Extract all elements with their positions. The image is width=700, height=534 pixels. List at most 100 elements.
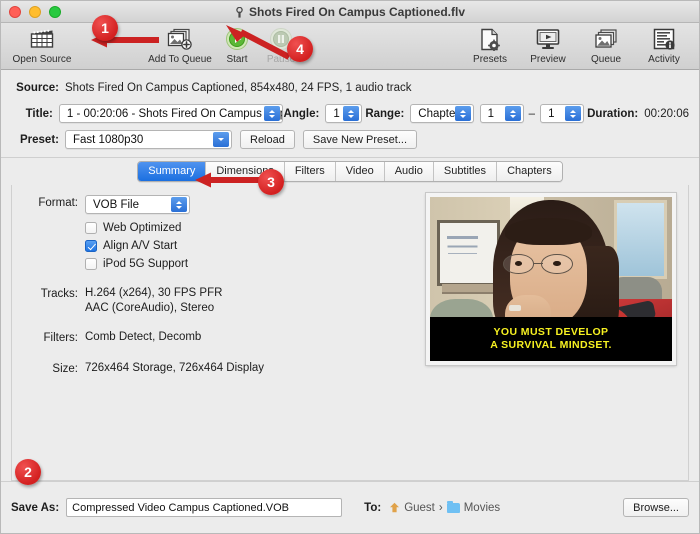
path-home-label: Guest: [404, 501, 435, 514]
checkbox-box-checked: [85, 240, 97, 252]
tracks-row: Tracks: H.264 (x264), 30 FPS PFR AAC (Co…: [24, 286, 304, 316]
preset-row: Preset: Fast 1080p30 Reload Save New Pre…: [11, 130, 689, 149]
angle-select-value: 1: [333, 107, 340, 120]
open-source-label: Open Source: [12, 54, 72, 65]
save-as-input[interactable]: Compressed Video Campus Captioned.VOB: [66, 498, 343, 517]
tracks-label: Tracks:: [40, 288, 78, 300]
path-folder-label: Movies: [463, 501, 501, 514]
annotation-badge-3: 3: [258, 169, 284, 195]
destination-path[interactable]: Guest › Movies: [389, 500, 501, 514]
chevron-down-icon: [213, 132, 229, 147]
caption-line-2: A SURVIVAL MINDSET.: [490, 339, 612, 352]
browse-button[interactable]: Browse...: [623, 498, 689, 517]
annotation-badge-2: 2: [15, 459, 41, 485]
chevron-updown-icon: [343, 106, 360, 121]
size-label: Size:: [52, 363, 78, 375]
format-options: Web Optimized Align A/V Start iPod 5G Su…: [85, 220, 304, 272]
format-select-value: VOB File: [93, 198, 140, 211]
angle-label: Angle:: [283, 107, 320, 120]
format-select[interactable]: VOB File: [85, 195, 190, 214]
annotation-badge-1: 1: [92, 15, 118, 41]
presets-icon: [479, 26, 501, 52]
title-row: Title: 1 - 00:20:06 - Shots Fired On Cam…: [11, 104, 689, 123]
tab-video[interactable]: Video: [335, 162, 385, 181]
clapperboard-icon: [30, 26, 54, 52]
destination-label: To:: [364, 501, 382, 514]
save-as-label: Save As:: [11, 501, 60, 514]
tab-subtitles[interactable]: Subtitles: [433, 162, 498, 181]
annotation-badge-4: 4: [287, 36, 313, 62]
size-row: Size: 726x464 Storage, 726x464 Display: [24, 361, 304, 378]
activity-log-icon: [653, 26, 676, 52]
lock-icon: [235, 6, 244, 18]
web-optimized-label: Web Optimized: [103, 222, 182, 234]
preview-button[interactable]: Preview: [519, 23, 577, 65]
preview-label: Preview: [530, 54, 566, 65]
title-select-value: 1 - 00:20:06 - Shots Fired On Campus Cap…: [66, 107, 282, 120]
ipod-5g-support-checkbox[interactable]: iPod 5G Support: [85, 256, 304, 272]
add-to-queue-label: Add To Queue: [148, 54, 212, 65]
source-label: Source:: [16, 81, 59, 94]
home-icon: [389, 502, 400, 513]
source-row: Source: Shots Fired On Campus Captioned,…: [11, 78, 689, 97]
filters-label: Filters:: [43, 332, 79, 344]
queue-button[interactable]: Queue: [577, 23, 635, 65]
range-dash: –: [528, 107, 536, 120]
tab-bar: Summary Dimensions Filters Video Audio S…: [1, 158, 699, 185]
video-preview-thumbnail[interactable]: YOU MUST DEVELOP A SURVIVAL MINDSET.: [426, 193, 676, 365]
path-separator: ›: [438, 501, 443, 514]
summary-form: Format: VOB File Web Optimized Align A/V…: [24, 195, 304, 382]
add-to-queue-icon: [167, 26, 193, 52]
activity-label: Activity: [648, 54, 680, 65]
size-value: 726x464 Storage, 726x464 Display: [85, 362, 265, 374]
chevron-updown-icon: [565, 106, 582, 121]
filters-row: Filters: Comb Detect, Decomb: [24, 330, 304, 347]
tab-chapters[interactable]: Chapters: [497, 162, 562, 181]
preview-monitor-icon: [536, 26, 560, 52]
caption-line-1: YOU MUST DEVELOP: [493, 326, 609, 339]
save-as-bar: Save As: Compressed Video Campus Caption…: [1, 481, 699, 533]
open-source-button[interactable]: Open Source: [7, 23, 77, 65]
preset-select[interactable]: Fast 1080p30: [65, 130, 232, 149]
preview-caption: YOU MUST DEVELOP A SURVIVAL MINDSET.: [430, 316, 672, 361]
window-title-text: Shots Fired On Campus Captioned.flv: [248, 5, 466, 19]
filters-value: Comb Detect, Decomb: [85, 331, 202, 343]
chevron-updown-icon: [263, 106, 280, 121]
source-panel: Source: Shots Fired On Campus Captioned,…: [1, 70, 699, 158]
source-value: Shots Fired On Campus Captioned, 854x480…: [65, 81, 412, 94]
range-start-select[interactable]: 1: [479, 104, 524, 123]
checkbox-box: [85, 258, 97, 270]
tab-audio[interactable]: Audio: [384, 162, 434, 181]
duration-value: 00:20:06: [644, 107, 689, 120]
presets-button[interactable]: Presets: [461, 23, 519, 65]
tracks-video: H.264 (x264), 30 FPS PFR: [85, 287, 223, 299]
checkbox-box: [85, 222, 97, 234]
annotation-arrow-4: [226, 25, 291, 60]
tracks-audio: AAC (CoreAudio), Stereo: [85, 302, 215, 314]
tab-filters[interactable]: Filters: [284, 162, 336, 181]
preset-label: Preset:: [20, 133, 59, 146]
duration-label: Duration:: [587, 107, 639, 120]
range-label: Range:: [365, 107, 405, 120]
reload-button[interactable]: Reload: [240, 130, 295, 149]
ipod-5g-support-label: iPod 5G Support: [103, 258, 189, 270]
handbrake-window: Shots Fired On Campus Captioned.flv Open…: [0, 0, 700, 534]
save-new-preset-button[interactable]: Save New Preset...: [302, 130, 418, 149]
save-as-value: Compressed Video Campus Captioned.VOB: [72, 501, 290, 514]
angle-select[interactable]: 1: [325, 104, 363, 123]
presets-label: Presets: [473, 54, 507, 65]
range-type-select[interactable]: Chapters: [410, 104, 474, 123]
annotation-arrow-3: [195, 172, 263, 188]
title-select[interactable]: 1 - 00:20:06 - Shots Fired On Campus Cap…: [58, 104, 283, 123]
queue-icon: [594, 26, 618, 52]
range-end-value: 1: [548, 107, 555, 120]
preset-select-value: Fast 1080p30: [73, 133, 144, 146]
folder-icon: [446, 500, 460, 513]
align-av-start-label: Align A/V Start: [103, 240, 178, 252]
web-optimized-checkbox[interactable]: Web Optimized: [85, 220, 304, 236]
chevron-updown-icon: [504, 106, 521, 121]
range-start-value: 1: [487, 107, 494, 120]
align-av-start-checkbox[interactable]: Align A/V Start: [85, 238, 304, 254]
range-end-select[interactable]: 1: [540, 104, 585, 123]
activity-button[interactable]: Activity: [635, 23, 693, 65]
